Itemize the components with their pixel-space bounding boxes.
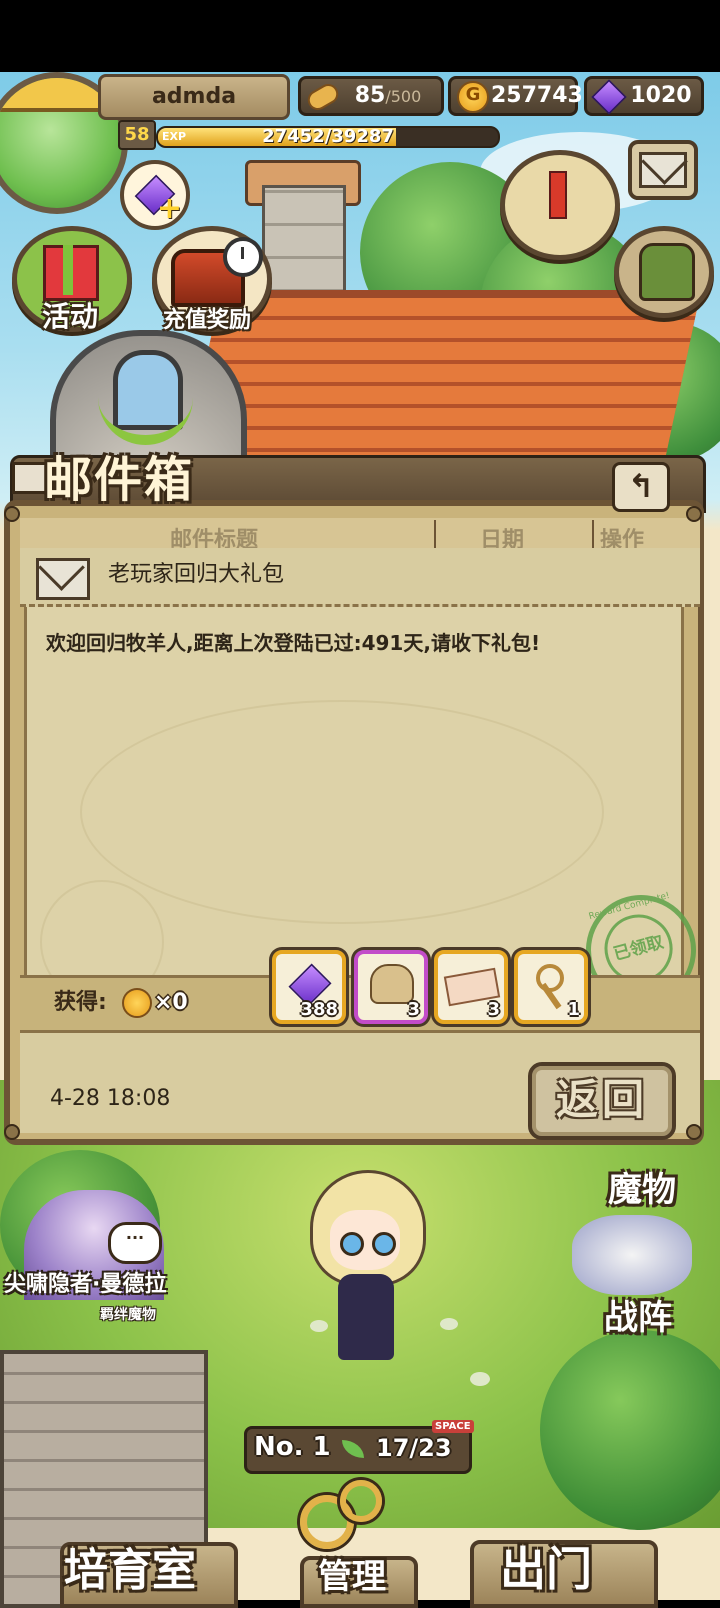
character-eye <box>340 1232 364 1256</box>
reward-item-ticket[interactable]: 3 <box>434 950 508 1024</box>
back-arrow-button[interactable]: ↰ <box>612 462 670 512</box>
player-level: 58 <box>118 120 156 150</box>
character-body <box>338 1274 394 1360</box>
npc-name: 尖啸隐者·曼德拉 <box>4 1272 167 1297</box>
quest-scroll-button[interactable] <box>500 150 620 260</box>
reward-count: 3 <box>487 999 500 1020</box>
character-eye <box>372 1232 396 1256</box>
gift-ribbon <box>63 245 73 295</box>
backpack-icon <box>639 243 695 301</box>
mail-subject: 老玩家回归大礼包 <box>108 562 285 587</box>
column-divider <box>592 520 594 550</box>
mail-button[interactable] <box>628 140 698 200</box>
map-watermark <box>80 700 604 924</box>
stamina-value: 85 <box>354 83 386 108</box>
buy-gems-button[interactable]: + <box>120 160 190 230</box>
bag-button[interactable] <box>614 226 714 318</box>
reward-count: 1 <box>567 999 580 1020</box>
mail-body: 欢迎回归牧羊人,距离上次登陆已过:491天,请收下礼包! <box>46 631 541 655</box>
obtain-gold-count: ×0 <box>154 990 188 1015</box>
bolt <box>4 1124 20 1140</box>
bolt <box>4 506 20 522</box>
bolt <box>686 506 702 522</box>
event-label: 活动 <box>41 300 98 333</box>
envelope-icon <box>36 558 90 600</box>
gem-icon <box>591 79 627 115</box>
reward-item-food-bag[interactable]: 3 <box>354 950 428 1024</box>
recharge-reward-label: 充值奖励 <box>162 307 251 333</box>
gold-coin-icon <box>122 988 152 1018</box>
shepherd-girl-character[interactable] <box>300 1170 430 1370</box>
manage-button[interactable]: 管理 <box>318 1552 386 1602</box>
status-bar-area <box>0 0 720 72</box>
rank-label: No. 1 <box>254 1432 331 1462</box>
formation-button[interactable]: 战阵 <box>604 1298 672 1338</box>
key-icon <box>536 964 564 992</box>
gem-value: 1020 <box>630 83 692 108</box>
exp-bar: EXP 27452/39287 <box>156 126 500 148</box>
clock-icon <box>223 237 263 277</box>
column-divider <box>434 520 436 550</box>
keys-icon <box>340 1480 382 1522</box>
chat-icon[interactable]: ··· <box>108 1222 162 1264</box>
gold-coin-icon: G <box>457 81 489 113</box>
gold-counter[interactable]: G 257743 <box>448 76 583 116</box>
exclamation-icon <box>549 171 567 219</box>
depart-button[interactable]: 出门 <box>500 1544 592 1594</box>
gold-value: 257743 <box>491 83 583 108</box>
reward-item-gem[interactable]: 388 <box>272 950 346 1024</box>
monster-formation-icon <box>572 1215 692 1295</box>
plus-icon: + <box>156 191 182 226</box>
food-bag-icon <box>370 964 414 1004</box>
envelope-icon <box>639 152 687 188</box>
space-tag: SPACE <box>432 1420 474 1433</box>
stamina-max: /500 <box>385 87 422 106</box>
stone <box>440 1318 458 1330</box>
monster-button[interactable]: 魔物 <box>608 1170 676 1210</box>
stone <box>470 1372 490 1386</box>
mailbox-title: 邮件箱 <box>44 452 195 508</box>
reward-count: 388 <box>300 999 338 1020</box>
nursery-button[interactable]: 培育室 <box>64 1546 196 1596</box>
return-button[interactable]: 返回 <box>528 1062 676 1140</box>
obtain-label: 获得: <box>54 990 107 1015</box>
reward-item-key[interactable]: 1 <box>514 950 588 1024</box>
mail-date: 4-28 18:08 <box>50 1086 171 1111</box>
space-count: 17/23 <box>376 1434 452 1462</box>
exp-value: 27452/39287 <box>262 126 394 147</box>
bread-icon <box>304 80 342 114</box>
player-name: admda <box>98 74 290 120</box>
mail-column-header: 邮件标题 日期 操作 <box>20 518 700 553</box>
bolt <box>686 1124 702 1140</box>
npc-subtitle: 羁绊魔物 <box>100 1307 156 1323</box>
gem-counter[interactable]: 1020 <box>584 76 704 116</box>
reward-count: 3 <box>407 999 420 1020</box>
stamina-counter[interactable]: 85/500 <box>298 76 444 116</box>
